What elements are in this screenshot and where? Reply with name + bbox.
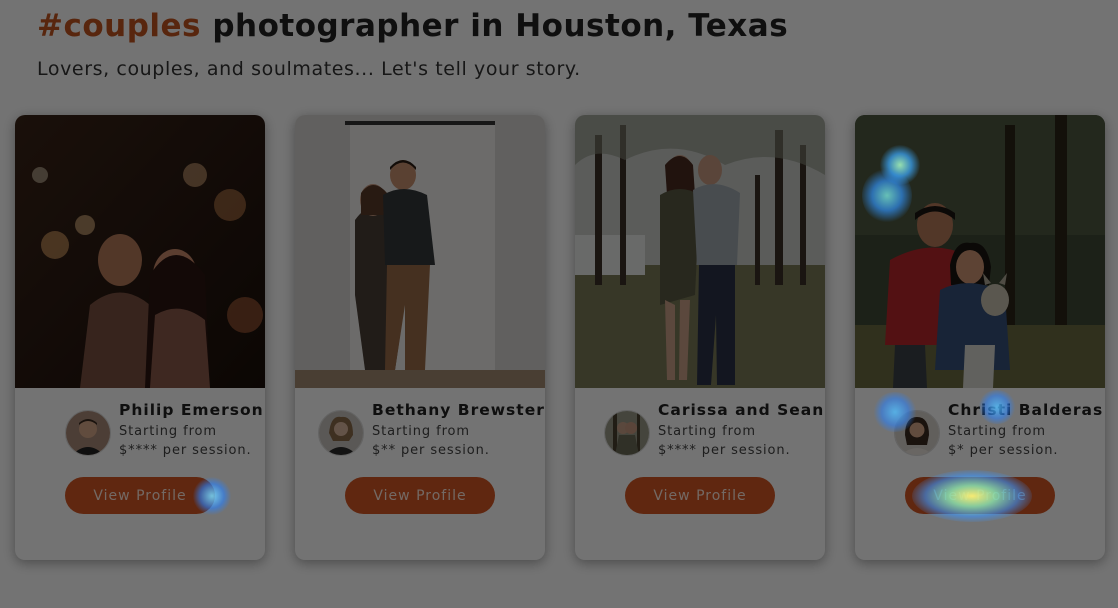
starting-from-label: Starting from bbox=[372, 424, 470, 439]
couple-photo[interactable] bbox=[575, 115, 825, 388]
photographer-card[interactable]: Philip Emerson Starting from $**** per s… bbox=[15, 115, 265, 560]
couple-photo[interactable] bbox=[15, 115, 265, 388]
photographer-card[interactable]: Christi Balderas Starting from $* per se… bbox=[855, 115, 1105, 560]
view-profile-button[interactable]: View Profile bbox=[345, 477, 495, 514]
hashtag[interactable]: #couples bbox=[37, 8, 201, 44]
starting-from-label: Starting from bbox=[119, 424, 217, 439]
photographer-name: Carissa and Sean bbox=[658, 401, 825, 419]
photographer-card[interactable]: Bethany Brewster Starting from $** per s… bbox=[295, 115, 545, 560]
view-profile-button[interactable]: View Profile bbox=[625, 477, 775, 514]
photographer-name: Christi Balderas bbox=[948, 401, 1104, 419]
price-text: $**** per session. bbox=[119, 443, 252, 458]
page: #couples photographer in Houston, Texas … bbox=[0, 0, 1118, 608]
photographer-name: Philip Emerson bbox=[119, 401, 264, 419]
view-profile-button[interactable]: View Profile bbox=[65, 477, 215, 514]
photographer-name: Bethany Brewster bbox=[372, 401, 545, 419]
starting-from-label: Starting from bbox=[948, 424, 1046, 439]
page-title: #couples photographer in Houston, Texas bbox=[37, 8, 788, 44]
title-text: photographer in Houston, Texas bbox=[212, 8, 789, 44]
view-profile-button[interactable]: View Profile bbox=[905, 477, 1055, 514]
tagline: Lovers, couples, and soulmates... Let's … bbox=[37, 58, 581, 80]
photographer-card[interactable]: Carissa and Sean Starting from $**** per… bbox=[575, 115, 825, 560]
couple-photo[interactable] bbox=[295, 115, 545, 388]
price-text: $* per session. bbox=[948, 443, 1059, 458]
avatar[interactable] bbox=[65, 410, 111, 456]
avatar[interactable] bbox=[604, 410, 650, 456]
price-text: $** per session. bbox=[372, 443, 490, 458]
couple-photo[interactable] bbox=[855, 115, 1105, 388]
starting-from-label: Starting from bbox=[658, 424, 756, 439]
avatar[interactable] bbox=[894, 410, 940, 456]
price-text: $**** per session. bbox=[658, 443, 791, 458]
avatar[interactable] bbox=[318, 410, 364, 456]
